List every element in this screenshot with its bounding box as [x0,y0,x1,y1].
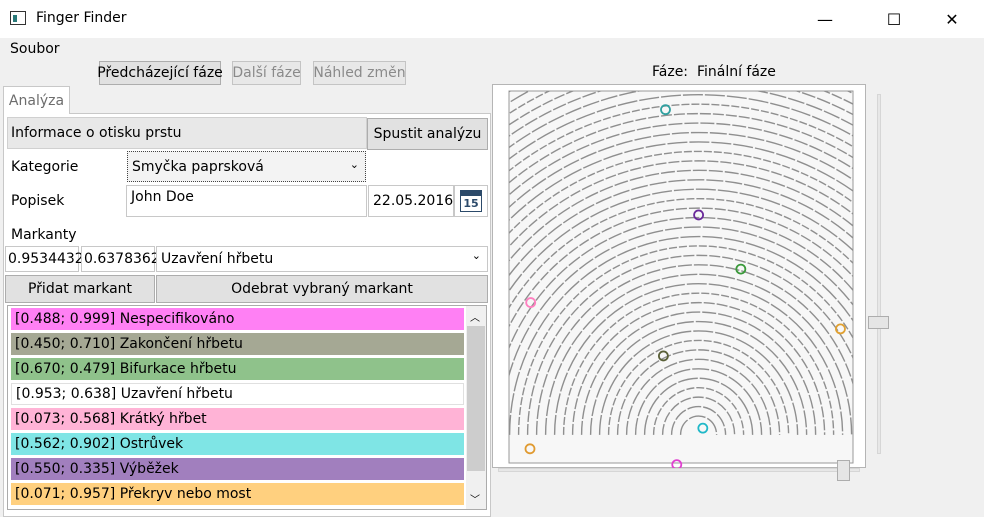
minutia-list-item[interactable]: [0.488; 0.999] Nespecifikováno [11,308,464,330]
list-scrollbar[interactable]: ︿ ﹀ [466,306,486,509]
maximize-icon: ☐ [886,9,902,29]
add-minutia-button[interactable]: Přidat markant [5,275,155,303]
minutia-list-item[interactable]: [0.550; 0.335] Výběžek [11,458,464,480]
minutia-y-input[interactable]: 0.6378362 [81,246,160,272]
minutiae-list[interactable]: ︿ ﹀ [0.488; 0.999] Nespecifikováno [0.450… [7,305,487,510]
scroll-up-icon: ︿ [470,313,480,324]
scroll-down-icon: ﹀ [470,495,480,506]
minutia-x-input[interactable]: 0.9534432 [5,246,84,272]
minimize-icon: — [817,9,833,29]
fingerprint-image [508,90,854,469]
calendar-button[interactable]: 15 [454,185,488,217]
maximize-button[interactable]: ☐ [871,0,917,38]
minimize-button[interactable]: — [802,0,848,38]
next-phase-button[interactable]: Další fáze [232,61,301,85]
fingerprint-view[interactable] [492,84,866,469]
scrollbar-thumb[interactable] [467,326,485,471]
minutia-list-item[interactable]: [0.450; 0.710] Zakončení hřbetu [11,333,464,355]
phase-indicator: Fáze: Finální fáze [652,64,776,80]
menu-item-file[interactable]: Soubor [10,41,60,57]
category-label: Kategorie [11,159,79,175]
minutia-list-item[interactable]: [0.670; 0.479] Bifurkace hřbetu [11,358,464,380]
horizontal-slider-thumb[interactable] [837,460,850,481]
fingerprint-frame [508,90,854,464]
window-title: Finger Finder [36,10,127,26]
vertical-slider-thumb[interactable] [868,316,889,329]
chevron-down-icon: ⌄ [471,249,481,262]
close-icon: ✕ [945,9,959,29]
minutia-list-item[interactable]: [0.953; 0.638] Uzavření hřbetu [11,383,464,405]
date-input[interactable]: 22.05.2016 [368,185,454,217]
app-icon [10,11,26,25]
calendar-day: 15 [463,197,479,210]
minutia-type-value: Uzavření hřbetu [161,251,274,267]
calendar-icon: 15 [460,190,482,212]
chevron-down-icon: ⌄ [349,158,359,171]
category-value: Smyčka paprsková [132,158,264,175]
minutia-list-item[interactable]: [0.562; 0.902] Ostrůvek [11,433,464,455]
minutia-list-item[interactable]: [0.073; 0.568] Krátký hřbet [11,408,464,430]
run-analysis-button[interactable]: Spustit analýzu [367,118,488,150]
horizontal-zoom-slider[interactable] [498,468,860,472]
tab-analysis[interactable]: Analýza [3,86,70,114]
menu-bar [0,38,984,60]
category-select[interactable]: Smyčka paprsková ⌄ [127,151,366,182]
description-label: Popisek [11,193,65,209]
preview-changes-button[interactable]: Náhled změn [313,61,406,85]
minutia-list-item[interactable]: [0.071; 0.957] Překryv nebo most [11,483,464,505]
remove-minutia-button[interactable]: Odebrat vybraný markant [156,275,488,303]
info-title: Informace o otisku prstu [11,125,182,141]
phase-label: Fáze: [652,64,689,80]
phase-value: Finální fáze [696,64,776,80]
previous-phase-button[interactable]: Předcházející fáze [97,61,223,85]
minutia-type-select[interactable]: Uzavření hřbetu ⌄ [156,246,488,272]
close-button[interactable]: ✕ [929,0,975,38]
description-input[interactable]: John Doe [126,185,367,217]
vertical-zoom-slider[interactable] [877,94,881,454]
minutiae-label: Markanty [11,227,77,243]
